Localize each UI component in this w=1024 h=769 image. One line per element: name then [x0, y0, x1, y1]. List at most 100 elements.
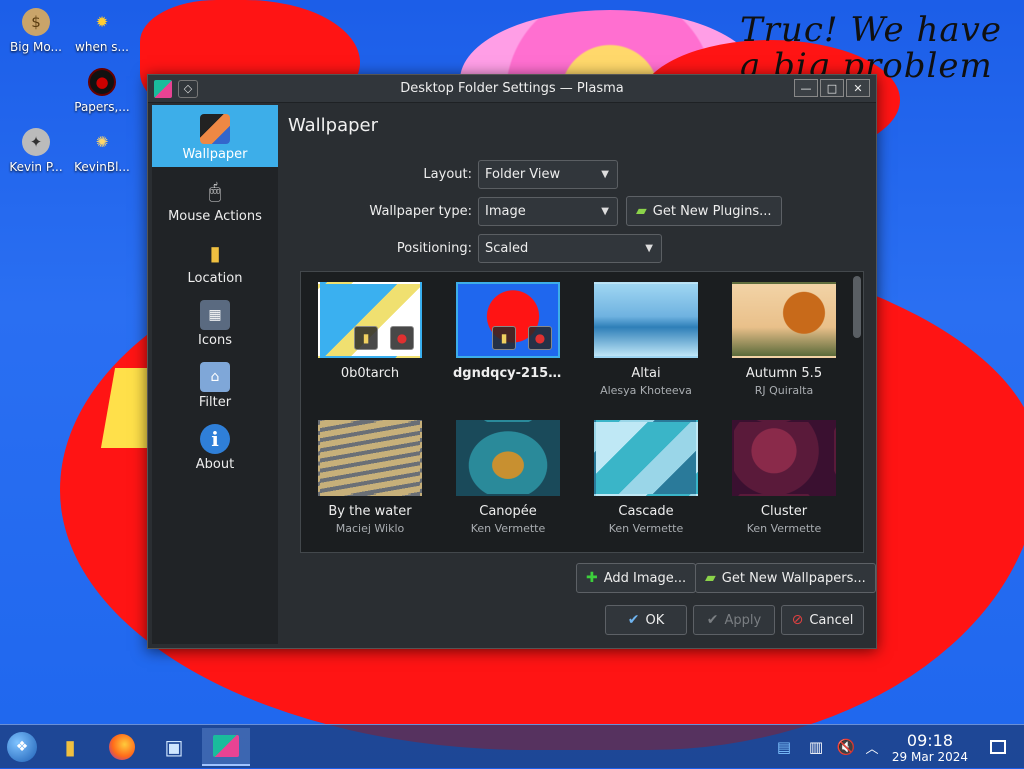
- get-new-wallpapers-button[interactable]: ▰ Get New Wallpapers...: [695, 563, 876, 593]
- gallery-scrollbar[interactable]: [853, 276, 861, 548]
- wallpaper-thumbnail[interactable]: [456, 420, 560, 496]
- clock[interactable]: 09:18 29 Mar 2024: [892, 731, 968, 764]
- ok-button[interactable]: ✔ OK: [605, 605, 687, 635]
- firefox-icon: [109, 734, 135, 760]
- show-desktop-icon[interactable]: [986, 725, 1010, 769]
- positioning-label: Positioning:: [396, 241, 472, 256]
- wallpaper-item-selected[interactable]: ▮ ● dgndqcy-215fc...: [453, 282, 563, 384]
- wallpaper-item[interactable]: Canopée Ken Vermette: [453, 420, 563, 535]
- wallpaper-item[interactable]: ▮ ● 0b0tarch: [315, 282, 425, 384]
- cancel-label: Cancel: [809, 612, 854, 628]
- filter-icon: ⌂: [200, 362, 230, 392]
- sidebar-item-label: Wallpaper: [182, 147, 248, 162]
- clipboard-tray-icon[interactable]: ▤: [770, 725, 798, 769]
- sidebar-item-location[interactable]: ▮ Location: [152, 229, 278, 291]
- wallpaper-thumbnail[interactable]: ▮ ●: [456, 282, 560, 358]
- start-menu-button[interactable]: ❖: [2, 728, 42, 766]
- folder-icon: ▮: [209, 241, 221, 265]
- wallpaper-author: Ken Vermette: [608, 522, 684, 535]
- notifications-tray-icon[interactable]: ▥: [802, 725, 830, 769]
- money-bag-icon: $: [22, 8, 50, 36]
- plus-icon: ✚: [586, 570, 598, 586]
- wallpaper-item[interactable]: Altai Alesya Khoteeva: [591, 282, 701, 397]
- wallpaper-thumbnail[interactable]: [594, 282, 698, 358]
- desktop-icon-label: Big Mo...: [10, 40, 62, 54]
- wallpaper-icon: [200, 114, 230, 144]
- compass-icon: ✦: [22, 128, 50, 156]
- positioning-value: Scaled: [485, 241, 529, 256]
- open-folder-icon[interactable]: ▮: [492, 326, 516, 350]
- wallpaper-thumbnail[interactable]: [732, 282, 836, 358]
- checkmark-icon: ✔: [706, 612, 719, 628]
- wallpaper-name: dgndqcy-215fc...: [453, 366, 563, 381]
- close-button[interactable]: ✕: [846, 79, 870, 97]
- plasma-app-icon[interactable]: [154, 79, 172, 98]
- desktop-icon-big-money[interactable]: $ Big Mo...: [0, 8, 72, 54]
- layout-value: Folder View: [485, 167, 561, 182]
- wallpaper-gallery[interactable]: ▮ ● 0b0tarch ▮ ● dgndqcy-215fc... Altai …: [300, 271, 864, 553]
- wallpaper-item[interactable]: Autumn 5.5 RJ Quiralta: [729, 282, 839, 397]
- get-new-plugins-button[interactable]: ▰ Get New Plugins...: [626, 196, 782, 226]
- settings-sidebar: Wallpaper 🖱 Mouse Actions ▮ Location ▦ I…: [152, 105, 278, 644]
- expand-tray-icon[interactable]: ︿: [860, 725, 884, 769]
- clock-time: 09:18: [906, 731, 954, 750]
- wallpaper-thumbnail[interactable]: [318, 420, 422, 496]
- sidebar-item-filter[interactable]: ⌂ Filter: [152, 353, 278, 415]
- wallpaper-item[interactable]: By the water Maciej Wiklo: [315, 420, 425, 535]
- remove-icon[interactable]: ●: [390, 326, 414, 350]
- window-titlebar[interactable]: ◇ Desktop Folder Settings — Plasma — □ ✕: [148, 75, 876, 103]
- apply-label: Apply: [724, 612, 762, 628]
- get-new-plugins-label: Get New Plugins...: [652, 203, 772, 219]
- wallpaper-author: Alesya Khoteeva: [600, 384, 692, 397]
- wallpaper-author: Ken Vermette: [470, 522, 546, 535]
- desktop-icon-kevinbl[interactable]: ✺ KevinBl...: [66, 128, 138, 174]
- wallpaper-thumbnail[interactable]: ▮ ●: [318, 282, 422, 358]
- desktop-icon-when[interactable]: ✹ when s...: [66, 8, 138, 54]
- layout-combobox[interactable]: Folder View ▼: [478, 160, 618, 189]
- wallpaper-name: Altai: [631, 366, 661, 381]
- layout-label: Layout:: [423, 167, 472, 182]
- get-new-icon: ▰: [636, 203, 647, 219]
- desktop-icon-label: KevinBl...: [74, 160, 130, 174]
- sidebar-item-label: Location: [187, 271, 243, 286]
- sidebar-item-label: About: [195, 457, 235, 472]
- taskbar: ❖ ▮ ▣ ▤ ▥ 🔇 ︿ 09:18 29 Mar 2024: [0, 724, 1024, 768]
- sidebar-item-about[interactable]: i About: [152, 415, 278, 477]
- start-orb-icon: ❖: [7, 732, 37, 762]
- taskbar-plasma-window[interactable]: [202, 728, 250, 766]
- icons-icon: ▦: [200, 300, 230, 330]
- desktop-icon-kevin-p[interactable]: ✦ Kevin P...: [0, 128, 72, 174]
- sidebar-item-mouse-actions[interactable]: 🖱 Mouse Actions: [152, 167, 278, 229]
- taskbar-file-manager[interactable]: ▮: [50, 728, 90, 766]
- minimize-button[interactable]: —: [794, 79, 818, 97]
- wallpaper-thumbnail[interactable]: [594, 420, 698, 496]
- wallpaper-item[interactable]: Cluster Ken Vermette: [729, 420, 839, 535]
- folder-icon: ▮: [64, 735, 76, 759]
- sidebar-item-label: Icons: [198, 333, 232, 348]
- keep-above-icon[interactable]: ◇: [178, 79, 198, 98]
- wallpaper-thumbnail[interactable]: [732, 420, 836, 496]
- sidebar-item-wallpaper[interactable]: Wallpaper: [152, 105, 278, 167]
- wallpaper-item[interactable]: Cascade Ken Vermette: [591, 420, 701, 535]
- get-new-icon: ▰: [705, 570, 716, 586]
- taskbar-firefox[interactable]: [102, 728, 142, 766]
- maximize-button[interactable]: □: [820, 79, 844, 97]
- apply-button[interactable]: ✔ Apply: [693, 605, 775, 635]
- remove-icon[interactable]: ●: [528, 326, 552, 350]
- taskbar-system-settings[interactable]: ▣: [154, 728, 194, 766]
- add-image-button[interactable]: ✚ Add Image...: [576, 563, 697, 593]
- desktop-icon-papers[interactable]: ● Papers,...: [66, 68, 138, 114]
- sidebar-item-label: Filter: [198, 395, 232, 410]
- chevron-down-icon: ▼: [601, 205, 609, 217]
- desktop-folder-settings-dialog: ◇ Desktop Folder Settings — Plasma — □ ✕…: [147, 74, 877, 649]
- open-folder-icon[interactable]: ▮: [354, 326, 378, 350]
- volume-muted-icon[interactable]: 🔇: [832, 725, 860, 769]
- wallpaper-type-combobox[interactable]: Image ▼: [478, 196, 618, 226]
- cancel-button[interactable]: ⊘ Cancel: [781, 605, 864, 635]
- wallpaper-page: Wallpaper Layout: Folder View ▼ Wallpape…: [288, 105, 876, 642]
- gallery-scrollbar-thumb[interactable]: [853, 276, 861, 338]
- positioning-combobox[interactable]: Scaled ▼: [478, 234, 662, 263]
- wallpaper-name: Cluster: [760, 504, 808, 519]
- sidebar-item-icons[interactable]: ▦ Icons: [152, 291, 278, 353]
- desktop-icon-label: when s...: [75, 40, 129, 54]
